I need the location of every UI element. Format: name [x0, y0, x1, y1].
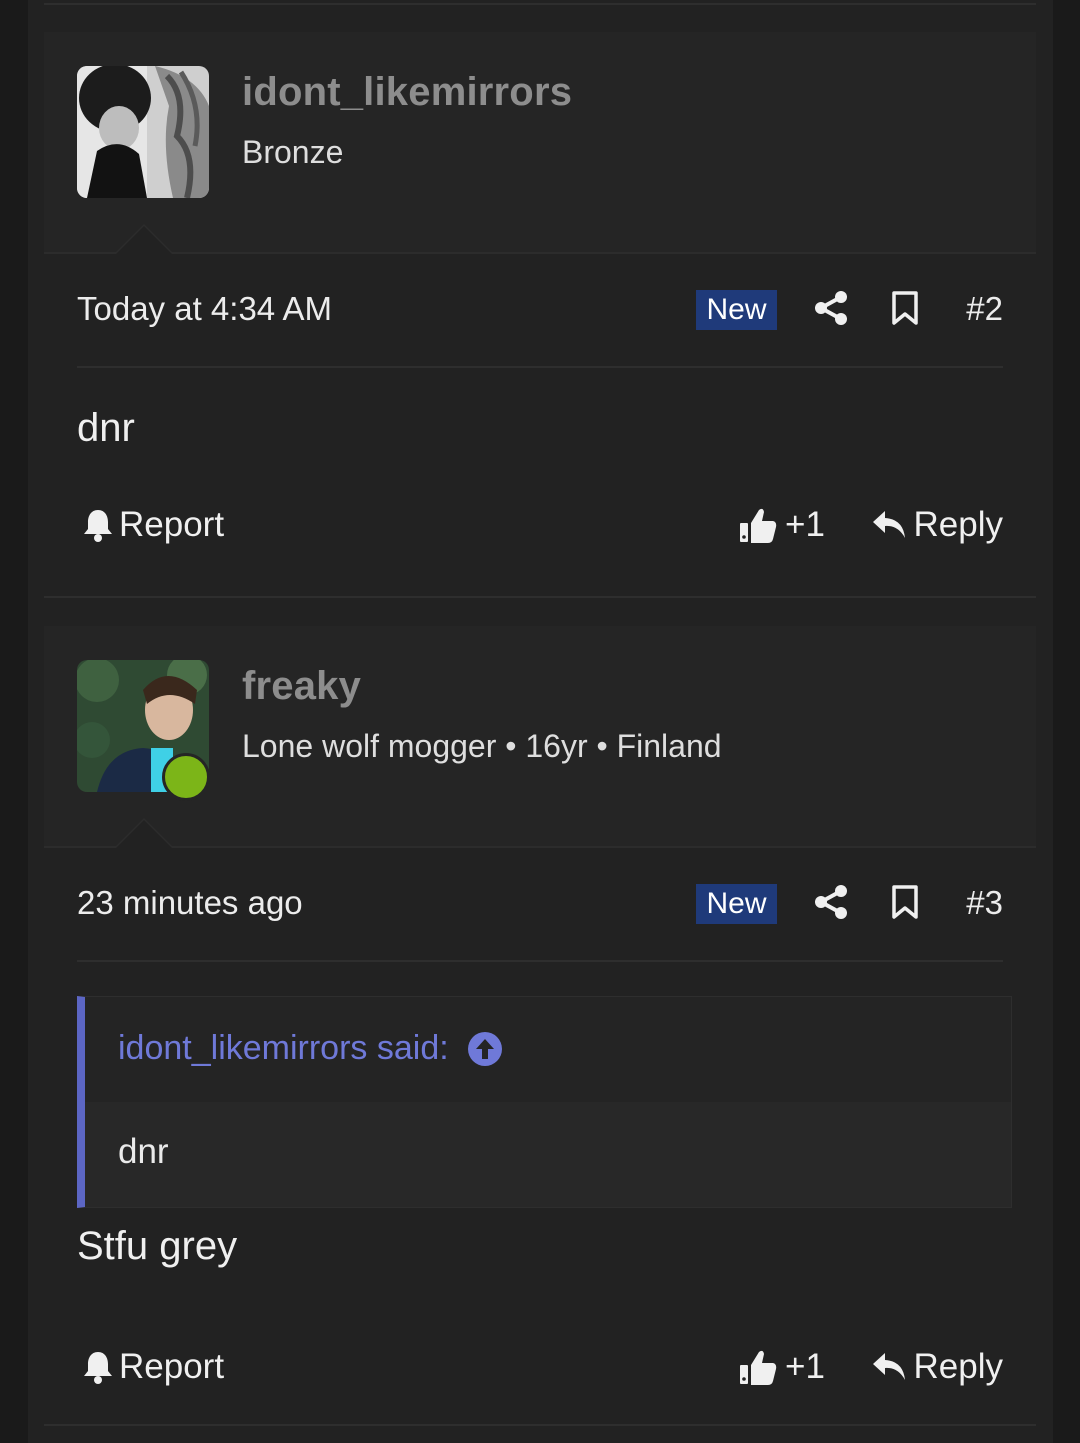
post-content: idont_likemirrors said: dnr Stfu grey [44, 962, 1036, 1292]
new-badge: New [696, 290, 777, 330]
thread-page: idont_likemirrors Bronze Today at 4:34 A… [0, 0, 1080, 1443]
post-timestamp[interactable]: 23 minutes ago [77, 884, 303, 922]
username[interactable]: freaky [242, 664, 361, 709]
post-3: freaky Lone wolf mogger • 16yr • Finland… [44, 626, 1036, 1402]
avatar[interactable] [77, 66, 209, 198]
quote-body: dnr [85, 1102, 1011, 1207]
reply-arrow-icon [872, 1353, 905, 1380]
arrow-up-circle-icon[interactable] [467, 1031, 503, 1067]
header-pointer [114, 224, 174, 254]
divider [44, 3, 1036, 5]
like-button[interactable]: +1 [739, 1342, 825, 1392]
bell-icon [84, 510, 112, 542]
thumbs-up-icon [740, 508, 777, 543]
report-label: Report [119, 505, 225, 544]
share-icon[interactable] [814, 290, 848, 326]
reply-button[interactable]: Reply [872, 1342, 1003, 1392]
user-title: Bronze [242, 134, 344, 170]
reply-label: Reply [913, 1347, 1003, 1386]
share-icon[interactable] [814, 884, 848, 920]
header-pointer [114, 818, 174, 848]
reply-arrow-icon [872, 511, 905, 538]
report-label: Report [119, 1347, 225, 1386]
post-user-header: freaky Lone wolf mogger • 16yr • Finland [44, 626, 1036, 848]
new-badge: New [696, 884, 777, 924]
quote-text: dnr [118, 1132, 169, 1171]
post-meta: Today at 4:34 AM New #2 [77, 254, 1003, 368]
like-button[interactable]: +1 [739, 500, 825, 550]
quote-header: idont_likemirrors said: [85, 997, 1011, 1102]
thumbs-up-icon [740, 1350, 777, 1385]
report-button[interactable]: Report [83, 500, 224, 550]
reply-label: Reply [913, 505, 1003, 544]
report-button[interactable]: Report [83, 1342, 224, 1392]
post-2: idont_likemirrors Bronze Today at 4:34 A… [44, 32, 1036, 560]
post-actions: Report +1 Reply [77, 1342, 1003, 1402]
quote-attribution-text: idont_likemirrors said: [118, 1029, 449, 1067]
post-user-header: idont_likemirrors Bronze [44, 32, 1036, 254]
bell-icon [84, 1352, 112, 1384]
post-timestamp[interactable]: Today at 4:34 AM [77, 290, 332, 328]
post-separator [44, 1424, 1036, 1426]
bookmark-icon[interactable] [890, 884, 920, 920]
user-title: Lone wolf mogger • 16yr • Finland [242, 728, 722, 764]
post-number[interactable]: #3 [966, 884, 1003, 922]
like-count: +1 [785, 505, 825, 544]
post-actions: Report +1 Reply [77, 500, 1003, 560]
quote-block: idont_likemirrors said: dnr [77, 996, 1012, 1208]
post-body: dnr [77, 406, 135, 450]
quote-attribution[interactable]: idont_likemirrors said: [118, 1029, 503, 1068]
reply-button[interactable]: Reply [872, 500, 1003, 550]
like-count: +1 [785, 1347, 825, 1386]
post-body: Stfu grey [77, 1224, 238, 1268]
username[interactable]: idont_likemirrors [242, 70, 572, 115]
bookmark-icon[interactable] [890, 290, 920, 326]
post-number[interactable]: #2 [966, 290, 1003, 328]
post-separator [44, 596, 1036, 598]
post-content: dnr [77, 368, 1003, 488]
post-meta: 23 minutes ago New #3 [77, 848, 1003, 962]
online-status-dot [162, 753, 210, 801]
